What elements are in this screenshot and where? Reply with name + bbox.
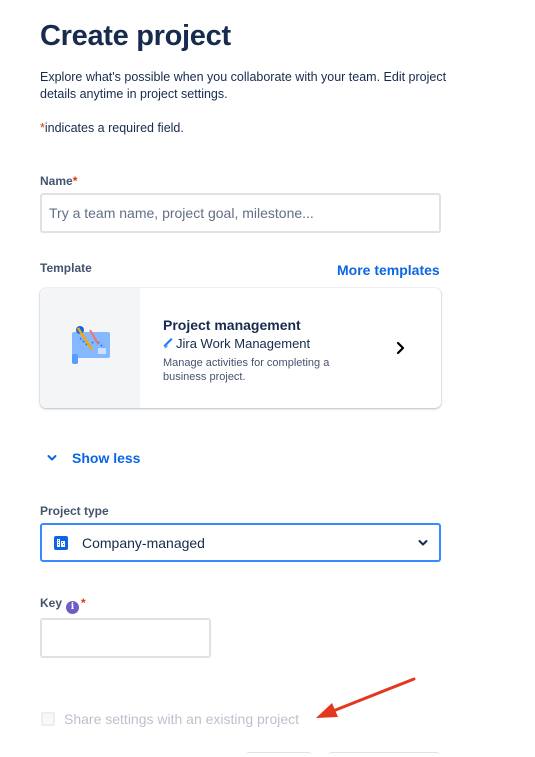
share-settings-checkbox[interactable] xyxy=(41,712,55,726)
next-button-edge[interactable] xyxy=(328,752,440,757)
template-product-name: Jira Work Management xyxy=(176,336,311,351)
share-settings-label: Share settings with an existing project xyxy=(64,711,300,727)
key-label-text: Key xyxy=(40,596,63,610)
project-type-label: Project type xyxy=(40,504,109,518)
page-title: Create project xyxy=(40,20,231,52)
project-type-select[interactable]: Company-managed xyxy=(40,523,441,562)
chevron-right-icon xyxy=(396,341,405,355)
jira-work-management-logo-icon xyxy=(163,338,173,349)
name-label-text: Name xyxy=(40,174,73,188)
required-note: *indicates a required field. xyxy=(40,121,184,135)
key-required-asterisk: * xyxy=(81,596,86,610)
template-card[interactable]: Project management Jira Work Management … xyxy=(40,288,441,408)
required-note-text: indicates a required field. xyxy=(44,121,184,135)
info-icon[interactable]: i xyxy=(66,601,80,614)
template-thumbnail xyxy=(40,288,140,408)
show-less-toggle[interactable]: Show less xyxy=(46,450,140,466)
key-label: Key i * xyxy=(40,596,86,614)
name-input[interactable] xyxy=(40,193,441,233)
name-label: Name* xyxy=(40,174,77,188)
blueprint-illustration-icon xyxy=(72,326,110,364)
cancel-button-edge[interactable] xyxy=(246,752,312,757)
chevron-down-icon xyxy=(418,539,428,545)
share-settings-row[interactable]: Share settings with an existing project xyxy=(41,711,299,727)
template-label: Template xyxy=(40,261,92,275)
template-description: Manage activities for completing a busin… xyxy=(163,357,330,383)
project-type-value: Company-managed xyxy=(82,534,205,551)
show-less-label: Show less xyxy=(72,450,141,466)
template-name: Project management xyxy=(163,317,301,333)
name-required-asterisk: * xyxy=(72,174,78,188)
key-input[interactable] xyxy=(40,618,211,658)
company-building-icon xyxy=(54,535,68,550)
annotation-arrow-icon xyxy=(316,677,416,718)
template-product: Jira Work Management xyxy=(163,336,310,351)
chevron-down-icon xyxy=(47,455,57,461)
more-templates-link[interactable]: More templates xyxy=(337,262,440,278)
page-description: Explore what's possible when you collabo… xyxy=(40,70,447,101)
